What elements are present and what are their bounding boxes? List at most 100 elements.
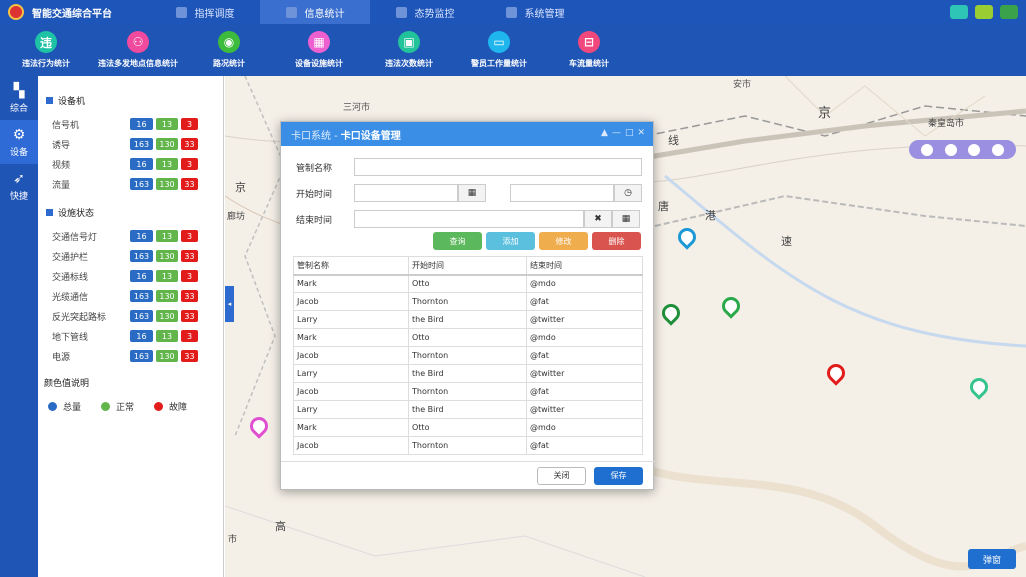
table-cell: @mdo (526, 418, 643, 437)
table-row[interactable]: Larry the Bird @twitter (293, 310, 643, 329)
table-row[interactable]: Larry the Bird @twitter (293, 400, 643, 419)
tool-hotspot-stats[interactable]: ⚇ 违法多发地点信息统计 (92, 24, 184, 76)
map-label: 京 (818, 106, 832, 121)
delete-button[interactable]: 删除 (592, 232, 641, 250)
add-icon[interactable] (975, 5, 993, 19)
table-cell: Mark (293, 274, 409, 293)
logout-icon[interactable] (1000, 5, 1018, 19)
table-cell: @fat (526, 346, 643, 365)
pin-icon[interactable]: ▲ (601, 128, 608, 138)
table-row[interactable]: Jacob Thornton @fat (293, 346, 643, 365)
table-cell: Larry (293, 364, 409, 383)
person-tool-icon[interactable] (968, 143, 981, 156)
dispatch-icon (175, 6, 187, 18)
popup-button[interactable]: 弹窗 (968, 549, 1016, 569)
start-date-input[interactable] (354, 184, 458, 202)
table-cell: Otto (408, 418, 527, 437)
table-row[interactable]: Larry the Bird @twitter (293, 364, 643, 383)
camera-tool-icon[interactable] (920, 143, 933, 156)
table-row[interactable]: Mark Otto @mdo (293, 328, 643, 347)
map-label: 线 (668, 134, 679, 147)
legend-dot-icon (101, 401, 111, 411)
nav-tab-statistics[interactable]: 信息统计 (260, 0, 370, 24)
status-row[interactable]: 地下管线 16 13 3 (38, 326, 223, 346)
signal-tool-icon[interactable] (944, 143, 957, 156)
status-row[interactable]: 交通护栏 163 130 33 (38, 246, 223, 266)
maximize-icon[interactable]: □ (625, 128, 634, 138)
query-button[interactable]: 查询 (433, 232, 482, 250)
tool-label: 违法次数统计 (385, 59, 433, 68)
close-button[interactable]: 关闭 (537, 466, 586, 485)
status-row[interactable]: 电源 163 130 33 (38, 346, 223, 366)
left-nav-shortcut[interactable]: ➶ 快捷 (0, 164, 38, 208)
user-icon[interactable] (950, 5, 968, 19)
normal-badge: 130 (156, 138, 178, 150)
clock-icon[interactable]: ◷ (614, 184, 642, 202)
nav-tab-dispatch[interactable]: 指挥调度 (150, 0, 260, 24)
legend-title: 颜色值说明 (38, 372, 223, 392)
nav-tab-label: 指挥调度 (194, 8, 235, 20)
add-button[interactable]: 添加 (486, 232, 535, 250)
legend-label: 总量 (63, 402, 82, 413)
section-marker-icon (46, 208, 53, 216)
table-row[interactable]: Jacob Thornton @fat (293, 292, 643, 311)
tool-facility-stats[interactable]: ▦ 设备设施统计 (274, 24, 364, 76)
legend-dot-icon (48, 401, 57, 411)
table-cell: Mark (293, 328, 409, 347)
status-row[interactable]: 反光突起路标 163 130 33 (38, 306, 223, 326)
status-row[interactable]: 交通信号灯 16 13 3 (38, 226, 223, 246)
fault-badge: 3 (181, 230, 198, 242)
tool-violation-stats[interactable]: 违违法行为统计 (0, 24, 92, 76)
table-cell: the Bird (408, 364, 527, 383)
status-row[interactable]: 光缆通信 163 130 33 (38, 286, 223, 306)
end-row: 结束时间 ✖ ▦ (296, 208, 653, 230)
table-cell: @twitter (526, 310, 643, 329)
tool-label: 违法行为统计 (22, 59, 70, 68)
edit-button[interactable]: 修改 (539, 232, 588, 250)
nav-tab-monitor[interactable]: 态势监控 (370, 0, 480, 24)
calendar-icon[interactable]: ▦ (458, 184, 486, 202)
table-row[interactable]: Jacob Thornton @fat (293, 382, 643, 401)
row-label: 交通护栏 (52, 252, 89, 263)
end-time-input[interactable] (354, 210, 584, 228)
status-row[interactable]: 视频 16 13 3 (38, 154, 223, 174)
status-row[interactable]: 信号机 16 13 3 (38, 114, 223, 134)
left-nav-devices[interactable]: ⚙ 设备 (0, 120, 38, 164)
tool-traffic-flow[interactable]: ⊟ 车流量统计 (544, 24, 634, 76)
table-row[interactable]: Jacob Thornton @fat (293, 436, 643, 455)
name-input[interactable] (354, 158, 642, 176)
minimize-icon[interactable]: — (612, 128, 621, 138)
start-time-input[interactable] (510, 184, 614, 202)
clear-icon[interactable]: ✖ (584, 210, 612, 228)
table-row[interactable]: Mark Otto @mdo (293, 418, 643, 437)
total-badge: 16 (130, 230, 153, 242)
settings-tool-icon[interactable] (992, 143, 1005, 156)
map-tools (909, 140, 1016, 159)
tool-officer-workload[interactable]: ▭ 警员工作量统计 (454, 24, 544, 76)
row-label: 视频 (52, 160, 71, 171)
chart-nodes-icon: ⚇ (127, 31, 149, 53)
save-button[interactable]: 保存 (594, 466, 643, 485)
status-row[interactable]: 诱导 163 130 33 (38, 134, 223, 154)
tool-violation-count[interactable]: ▣ 违法次数统计 (364, 24, 454, 76)
calendar-icon[interactable]: ▦ (612, 210, 640, 228)
status-row[interactable]: 流量 163 130 33 (38, 174, 223, 194)
dialog-window-controls: ▲ — □ ✕ (601, 128, 645, 138)
close-icon[interactable]: ✕ (637, 128, 645, 138)
rocket-icon: ➶ (13, 170, 25, 187)
left-nav-overview[interactable]: ▚ 综合 (0, 76, 38, 120)
status-row[interactable]: 交通标线 16 13 3 (38, 266, 223, 286)
tool-road-stats[interactable]: ◉ 路况统计 (184, 24, 274, 76)
tool-label: 车流量统计 (569, 59, 609, 68)
row-label: 电源 (52, 352, 71, 363)
table-cell: Larry (293, 310, 409, 329)
panel-collapse-toggle[interactable]: ◂ (225, 286, 234, 322)
facility-list: 交通信号灯 16 13 3 交通护栏 163 130 33 交通标线 16 13 3 光缆通信 163 13… (38, 226, 223, 366)
table-row[interactable]: Mark Otto @mdo (293, 274, 643, 293)
table-cell: Thornton (408, 436, 527, 455)
tool-label: 警员工作量统计 (471, 59, 527, 68)
police-badge-icon (8, 4, 24, 20)
nav-tab-system[interactable]: 系统管理 (480, 0, 590, 24)
total-badge: 163 (130, 178, 153, 190)
normal-badge: 130 (156, 178, 178, 190)
